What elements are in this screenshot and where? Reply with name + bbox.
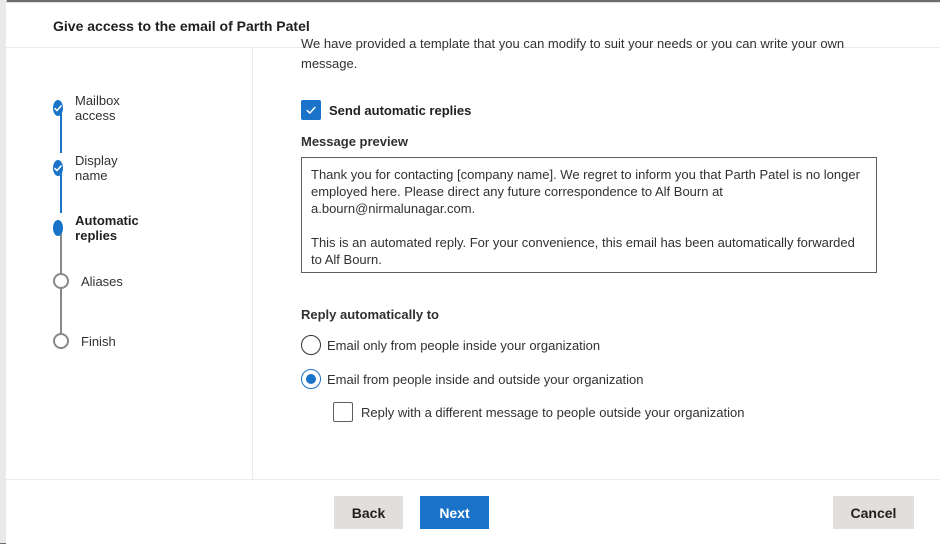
different-message-option[interactable]: Reply with a different message to people… bbox=[333, 402, 745, 422]
step-label: Automatic replies bbox=[75, 213, 139, 243]
step-label: Display name bbox=[75, 153, 118, 183]
checkmark-icon bbox=[306, 106, 316, 115]
send-automatic-replies-label[interactable]: Send automatic replies bbox=[329, 103, 471, 118]
footer-divider bbox=[6, 479, 940, 480]
step-current-icon bbox=[53, 220, 64, 236]
step-finish: Finish bbox=[53, 333, 116, 349]
step-mailbox-access: Mailbox access bbox=[53, 93, 126, 123]
reply-inside-outside-option[interactable]: Email from people inside and outside you… bbox=[301, 369, 644, 389]
step-complete-check-icon bbox=[53, 160, 63, 176]
step-label: Finish bbox=[81, 333, 116, 349]
next-button[interactable]: Next bbox=[420, 496, 489, 529]
reply-inside-outside-radio[interactable] bbox=[301, 369, 321, 389]
reply-inside-only-option[interactable]: Email only from people inside your organ… bbox=[301, 335, 600, 355]
dialog-title: Give access to the email of Parth Patel bbox=[53, 18, 310, 34]
step-pending-icon bbox=[53, 273, 69, 289]
step-label: Mailbox access bbox=[75, 93, 120, 123]
step-connector bbox=[60, 289, 62, 333]
step-complete-check-icon bbox=[53, 100, 63, 116]
send-automatic-replies-option[interactable]: Send automatic replies bbox=[301, 100, 471, 120]
send-automatic-replies-checkbox[interactable] bbox=[301, 100, 321, 120]
step-display-name: Display name bbox=[53, 153, 124, 183]
different-message-checkbox[interactable] bbox=[333, 402, 353, 422]
radio-selected-dot-icon bbox=[306, 374, 316, 384]
reply-to-label: Reply automatically to bbox=[301, 307, 439, 322]
step-label: Aliases bbox=[81, 273, 123, 289]
different-message-label[interactable]: Reply with a different message to people… bbox=[361, 405, 745, 420]
step-aliases: Aliases bbox=[53, 273, 123, 289]
step-pending-icon bbox=[53, 333, 69, 349]
back-button[interactable]: Back bbox=[334, 496, 403, 529]
stepper-divider bbox=[252, 48, 253, 479]
cancel-button[interactable]: Cancel bbox=[833, 496, 914, 529]
wizard-panel: Give access to the email of Parth Patel … bbox=[6, 2, 940, 544]
intro-text: We have provided a template that you can… bbox=[301, 36, 845, 71]
reply-inside-only-label[interactable]: Email only from people inside your organ… bbox=[327, 338, 600, 353]
message-preview-label: Message preview bbox=[301, 134, 408, 149]
reply-inside-only-radio[interactable] bbox=[301, 335, 321, 355]
step-automatic-replies: Automatic replies bbox=[53, 213, 145, 243]
reply-inside-outside-label[interactable]: Email from people inside and outside you… bbox=[327, 372, 644, 387]
message-preview-box[interactable]: Thank you for contacting [company name].… bbox=[301, 157, 877, 273]
